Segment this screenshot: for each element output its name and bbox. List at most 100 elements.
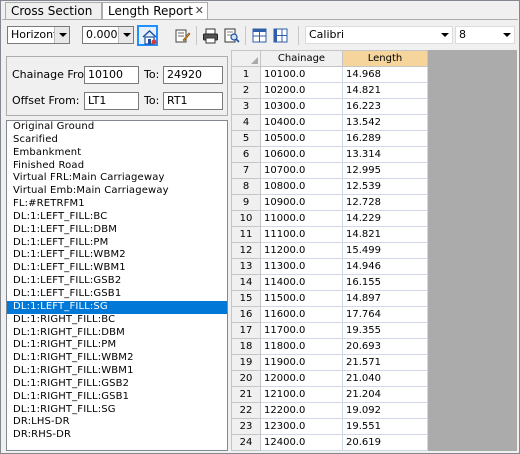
layer-list-item[interactable]: DL:1:RIGHT_FILL:PM — [7, 339, 227, 352]
layer-list-item[interactable]: DL:1:LEFT_FILL:SG — [7, 300, 227, 314]
row-header[interactable]: 8 — [231, 178, 261, 195]
row-header[interactable]: 22 — [231, 402, 261, 419]
length-cell[interactable]: 16.223 — [342, 98, 428, 115]
layer-list-item[interactable]: Virtual Emb:Main Carriageway — [7, 185, 227, 198]
layer-list-item[interactable]: DL:1:LEFT_FILL:DBM — [7, 224, 227, 237]
chainage-cell[interactable]: 11200.0 — [260, 242, 343, 259]
table-row[interactable]: 17 11700.0 19.355 — [231, 322, 428, 339]
table-row[interactable]: 7 10700.0 12.995 — [231, 162, 428, 179]
layer-list-item[interactable]: DL:1:RIGHT_FILL:GSB1 — [7, 391, 227, 404]
table-row[interactable]: 1 10100.0 14.968 — [231, 66, 428, 83]
chainage-cell[interactable]: 12100.0 — [260, 386, 343, 403]
length-cell[interactable]: 21.040 — [342, 370, 428, 387]
table-row[interactable]: 8 10800.0 12.539 — [231, 178, 428, 195]
row-header[interactable]: 18 — [231, 338, 261, 355]
length-cell[interactable]: 21.571 — [342, 354, 428, 371]
column-header-chainage[interactable]: Chainage — [260, 50, 343, 67]
chevron-down-icon[interactable] — [118, 27, 133, 43]
layer-list-item[interactable]: Embankment — [7, 147, 227, 160]
chainage-cell[interactable]: 11900.0 — [260, 354, 343, 371]
print-button[interactable] — [200, 25, 221, 46]
table-row[interactable]: 15 11500.0 14.897 — [231, 290, 428, 307]
table-row[interactable]: 11 11100.0 14.821 — [231, 226, 428, 243]
chainage-cell[interactable]: 12300.0 — [260, 418, 343, 435]
length-cell[interactable]: 15.499 — [342, 242, 428, 259]
table-row[interactable]: 10 11000.0 14.229 — [231, 210, 428, 227]
column-layout-button[interactable] — [249, 25, 270, 46]
layer-list[interactable]: Original Ground Scarified Embankment Finish… — [6, 120, 228, 451]
layer-list-item[interactable]: DL:1:LEFT_FILL:BC — [7, 211, 227, 224]
row-header[interactable]: 9 — [231, 194, 261, 211]
chainage-cell[interactable]: 11000.0 — [260, 210, 343, 227]
orientation-dropdown[interactable]: Horizont — [7, 26, 70, 44]
table-row[interactable]: 2 10200.0 14.821 — [231, 82, 428, 99]
chainage-to-field[interactable]: 24920 — [163, 66, 223, 84]
chainage-cell[interactable]: 12400.0 — [260, 434, 343, 451]
length-cell[interactable]: 14.968 — [342, 66, 428, 83]
chainage-cell[interactable]: 11800.0 — [260, 338, 343, 355]
table-row[interactable]: 5 10500.0 16.289 — [231, 130, 428, 147]
table-row[interactable]: 12 11200.0 15.499 — [231, 242, 428, 259]
length-cell[interactable]: 20.693 — [342, 338, 428, 355]
column-header-length[interactable]: Length — [342, 50, 428, 67]
tab-length-report[interactable]: Length Report ✕ — [102, 2, 208, 20]
tab-cross-section[interactable]: Cross Section — [5, 2, 102, 19]
chainage-cell[interactable]: 10300.0 — [260, 98, 343, 115]
layer-list-item[interactable]: Virtual FRL:Main Carriageway — [7, 172, 227, 185]
chainage-cell[interactable]: 10700.0 — [260, 162, 343, 179]
length-cell[interactable]: 14.946 — [342, 258, 428, 275]
table-row[interactable]: 24 12400.0 20.619 — [231, 434, 428, 451]
length-cell[interactable]: 13.314 — [342, 146, 428, 163]
row-header[interactable]: 20 — [231, 370, 261, 387]
row-header[interactable]: 12 — [231, 242, 261, 259]
layer-list-item[interactable]: Finished Road — [7, 160, 227, 173]
row-header[interactable]: 4 — [231, 114, 261, 131]
row-header[interactable]: 5 — [231, 130, 261, 147]
select-all-corner[interactable] — [231, 50, 261, 67]
row-header[interactable]: 2 — [231, 82, 261, 99]
length-cell[interactable]: 19.551 — [342, 418, 428, 435]
house-report-button[interactable] — [137, 25, 158, 46]
edit-button[interactable] — [172, 25, 193, 46]
layer-list-item[interactable]: DR:RHS-DR — [7, 429, 227, 442]
layer-list-item[interactable]: DR:LHS-DR — [7, 416, 227, 429]
length-cell[interactable]: 19.355 — [342, 322, 428, 339]
length-cell[interactable]: 21.204 — [342, 386, 428, 403]
length-cell[interactable]: 17.764 — [342, 306, 428, 323]
row-header[interactable]: 1 — [231, 66, 261, 83]
layer-list-item[interactable]: DL:1:LEFT_FILL:GSB2 — [7, 275, 227, 288]
row-header[interactable]: 14 — [231, 274, 261, 291]
row-layout-button[interactable] — [270, 25, 291, 46]
chainage-cell[interactable]: 10900.0 — [260, 194, 343, 211]
layer-list-item[interactable]: DL:1:RIGHT_FILL:SG — [7, 404, 227, 417]
length-cell[interactable]: 19.092 — [342, 402, 428, 419]
layer-list-item[interactable]: DL:1:RIGHT_FILL:WBM1 — [7, 365, 227, 378]
layer-list-item[interactable]: DL:1:RIGHT_FILL:BC — [7, 314, 227, 327]
length-cell[interactable]: 14.821 — [342, 226, 428, 243]
table-row[interactable]: 21 12100.0 21.204 — [231, 386, 428, 403]
row-header[interactable]: 13 — [231, 258, 261, 275]
font-family-dropdown[interactable]: Calibri — [305, 26, 453, 44]
chainage-cell[interactable]: 11500.0 — [260, 290, 343, 307]
length-cell[interactable]: 12.728 — [342, 194, 428, 211]
table-row[interactable]: 6 10600.0 13.314 — [231, 146, 428, 163]
table-row[interactable]: 23 12300.0 19.551 — [231, 418, 428, 435]
row-header[interactable]: 3 — [231, 98, 261, 115]
row-header[interactable]: 16 — [231, 306, 261, 323]
chainage-cell[interactable]: 10600.0 — [260, 146, 343, 163]
row-header[interactable]: 23 — [231, 418, 261, 435]
chainage-cell[interactable]: 12000.0 — [260, 370, 343, 387]
layer-list-item[interactable]: DL:1:LEFT_FILL:WBM1 — [7, 262, 227, 275]
close-icon[interactable]: ✕ — [195, 3, 204, 19]
layer-list-item[interactable]: DL:1:LEFT_FILL:PM — [7, 237, 227, 250]
chainage-from-field[interactable]: 10100 — [84, 66, 139, 84]
table-row[interactable]: 16 11600.0 17.764 — [231, 306, 428, 323]
row-header[interactable]: 19 — [231, 354, 261, 371]
table-row[interactable]: 18 11800.0 20.693 — [231, 338, 428, 355]
chainage-cell[interactable]: 11600.0 — [260, 306, 343, 323]
layer-list-item[interactable]: FL:#RETRFM1 — [7, 198, 227, 211]
chainage-cell[interactable]: 11700.0 — [260, 322, 343, 339]
table-row[interactable]: 19 11900.0 21.571 — [231, 354, 428, 371]
row-header[interactable]: 11 — [231, 226, 261, 243]
length-cell[interactable]: 14.229 — [342, 210, 428, 227]
